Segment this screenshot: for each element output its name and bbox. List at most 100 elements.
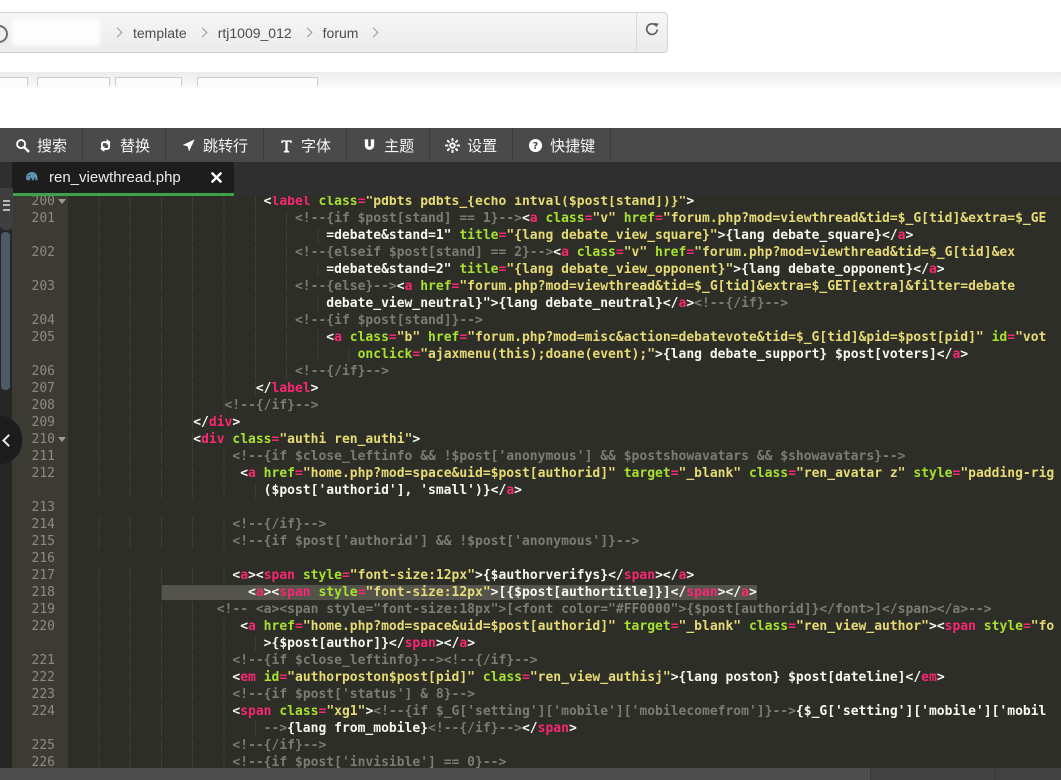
code-line[interactable]: -->{lang from_mobile}<!--{/if}--></span>: [12, 720, 1061, 737]
toolbar-button-theme[interactable]: 主题: [347, 128, 430, 162]
code-line[interactable]: 214 <!--{/if}-->: [12, 516, 1061, 533]
vertical-scrollbar-thumb[interactable]: [1, 232, 10, 390]
token: =: [295, 619, 303, 634]
token: a: [741, 585, 749, 600]
line-number: [12, 261, 68, 278]
code-line-text: <!--{if $close_leftinfo}--><!--{/if}-->: [68, 652, 538, 669]
code-line[interactable]: ($post['authorid'], 'small')}</a>: [12, 482, 1061, 499]
line-number: 222: [12, 669, 68, 686]
toolbar-button-replace[interactable]: 替换: [83, 128, 166, 162]
indent: [68, 568, 232, 583]
code-line[interactable]: =debate&stand=1" title="{lang debate_vie…: [12, 227, 1061, 244]
code-line[interactable]: 215 <!--{if $post['authorid'] && !$post[…: [12, 533, 1061, 550]
line-number: 213: [12, 499, 68, 516]
code-line-text: <!--{/if}-->: [68, 397, 318, 414]
code-line[interactable]: 201 <!--{if $post[stand] == 1}--><a clas…: [12, 210, 1061, 227]
breadcrumb-separator: [113, 28, 123, 38]
token: <!-- <a><span style="font-size:18px">[<f…: [217, 602, 992, 617]
magnet-icon: [362, 138, 377, 153]
code-line[interactable]: 223 <!--{if $post['status'] & 8}-->: [12, 686, 1061, 703]
toolbar-button-font[interactable]: 字体: [264, 128, 347, 162]
token: target: [624, 466, 671, 481]
token: >{$post[author]}</: [264, 636, 405, 651]
code-line[interactable]: 219 <!-- <a><span style="font-size:18px"…: [12, 601, 1061, 618]
close-icon[interactable]: [211, 172, 222, 183]
token: label: [272, 381, 311, 396]
code-line[interactable]: 209 </div>: [12, 414, 1061, 431]
code-line[interactable]: 206 <!--{/if}-->: [12, 363, 1061, 380]
toolbar-button-goto-line[interactable]: 跳转行: [166, 128, 264, 162]
token: <!--{/if}-->: [232, 738, 326, 753]
code-line-text: ($post['authorid'], 'small')}</a>: [68, 482, 522, 499]
code-line[interactable]: 218 <a><span style="font-size:12px">[{$p…: [12, 584, 1061, 601]
line-number: 225: [12, 737, 68, 754]
code-line-text: <!--{if $post[stand] == 1}--><a class="v…: [68, 210, 1046, 227]
code-line-text: <!-- <a><span style="font-size:18px">[<f…: [68, 601, 992, 618]
code-line[interactable]: 202 <!--{elseif $post[stand] == 2}--><a …: [12, 244, 1061, 261]
token: </: [256, 381, 272, 396]
code-line[interactable]: 204 <!--{if $post[stand]}-->: [12, 312, 1061, 329]
chevron-left-icon: [2, 434, 15, 447]
fold-caret-icon[interactable]: [58, 199, 66, 204]
code-line[interactable]: 221 <!--{if $close_leftinfo}--><!--{/if}…: [12, 652, 1061, 669]
drag-handle[interactable]: [0, 188, 13, 230]
code-line[interactable]: 205 <a class="b" href="forum.php?mod=mis…: [12, 329, 1061, 346]
code-line[interactable]: 210 <div class="authi ren_authi">: [12, 431, 1061, 448]
breadcrumb-item[interactable]: rtj1009_012: [214, 25, 296, 41]
indent: [68, 653, 232, 668]
token: [475, 670, 483, 685]
token: =: [1007, 330, 1015, 345]
toolbar-button-shortcuts[interactable]: ?快捷键: [513, 128, 611, 162]
token: "font-size:12px": [350, 568, 475, 583]
indent: [68, 483, 264, 498]
code-line[interactable]: 217 <a><span style="font-size:12px">{$au…: [12, 567, 1061, 584]
code-line[interactable]: 224 <span class="xg1"><!--{if $_G['setti…: [12, 703, 1061, 720]
code-line[interactable]: 226 <!--{if $post['invisible'] == 0}-->: [12, 754, 1061, 768]
token: <!--{if $close_leftinfo && !$post['anony…: [232, 449, 905, 464]
indent: [68, 381, 256, 396]
code-line[interactable]: 211 <!--{if $close_leftinfo && !$post['a…: [12, 448, 1061, 465]
token: >: [467, 636, 475, 651]
token: =: [279, 670, 287, 685]
token: class: [749, 619, 788, 634]
refresh-button[interactable]: [636, 13, 667, 52]
toolbar-button-label: 快捷键: [550, 135, 595, 156]
toolbar-button-settings[interactable]: 设置: [430, 128, 513, 162]
code-area[interactable]: 200 <label class="pdbts pdbts_{echo intv…: [0, 196, 1061, 768]
code-line[interactable]: 222 <em id="authorposton$post[pid]" clas…: [12, 669, 1061, 686]
code-line[interactable]: onclick="ajaxmenu(this);doane(event);">{…: [12, 346, 1061, 363]
code-line[interactable]: debate_view_neutral}">{lang debate_neutr…: [12, 295, 1061, 312]
token: class: [749, 466, 788, 481]
token: span: [945, 619, 976, 634]
code-line[interactable]: =debate&stand=2" title="{lang debate_vie…: [12, 261, 1061, 278]
token: ><: [264, 585, 280, 600]
breadcrumb-item[interactable]: template: [129, 25, 191, 41]
code-line[interactable]: 225 <!--{/if}-->: [12, 737, 1061, 754]
tab-ren-viewthread[interactable]: ren_viewthread.php: [12, 162, 234, 193]
code-line[interactable]: >{$post[author]}</span></a>: [12, 635, 1061, 652]
code-line[interactable]: 207 </label>: [12, 380, 1061, 397]
code-line-text: =debate&stand=1" title="{lang debate_vie…: [68, 227, 913, 244]
code-line[interactable]: 212 <a href="home.php?mod=space&uid=$pos…: [12, 465, 1061, 482]
indent: [68, 432, 193, 447]
code-line-text: <!--{if $post['authorid'] && !$post['ano…: [68, 533, 639, 550]
fold-caret-icon[interactable]: [58, 437, 66, 442]
token: >: [937, 670, 945, 685]
line-number: 221: [12, 652, 68, 669]
horizontal-scrollbar[interactable]: [0, 768, 1061, 780]
breadcrumb-item[interactable]: forum: [319, 25, 363, 41]
code-line-text: <a><span style="font-size:12px">[{$post[…: [68, 584, 757, 601]
code-line[interactable]: 216: [12, 550, 1061, 567]
toolbar-button-search[interactable]: 搜索: [0, 128, 83, 162]
token: -->: [264, 721, 287, 736]
code-line[interactable]: 203 <!--{else}--><a href="forum.php?mod=…: [12, 278, 1061, 295]
token: >{$authorverifys}</: [475, 568, 624, 583]
code-line[interactable]: 220 <a href="home.php?mod=space&uid=$pos…: [12, 618, 1061, 635]
token: [256, 619, 264, 634]
token: =: [671, 619, 679, 634]
code-line[interactable]: 208 <!--{/if}-->: [12, 397, 1061, 414]
code-line[interactable]: 213: [12, 499, 1061, 516]
code-line[interactable]: 200 <label class="pdbts pdbts_{echo intv…: [12, 196, 1061, 210]
token: title: [459, 262, 498, 277]
horizontal-scrollbar-thumb[interactable]: [0, 768, 871, 780]
